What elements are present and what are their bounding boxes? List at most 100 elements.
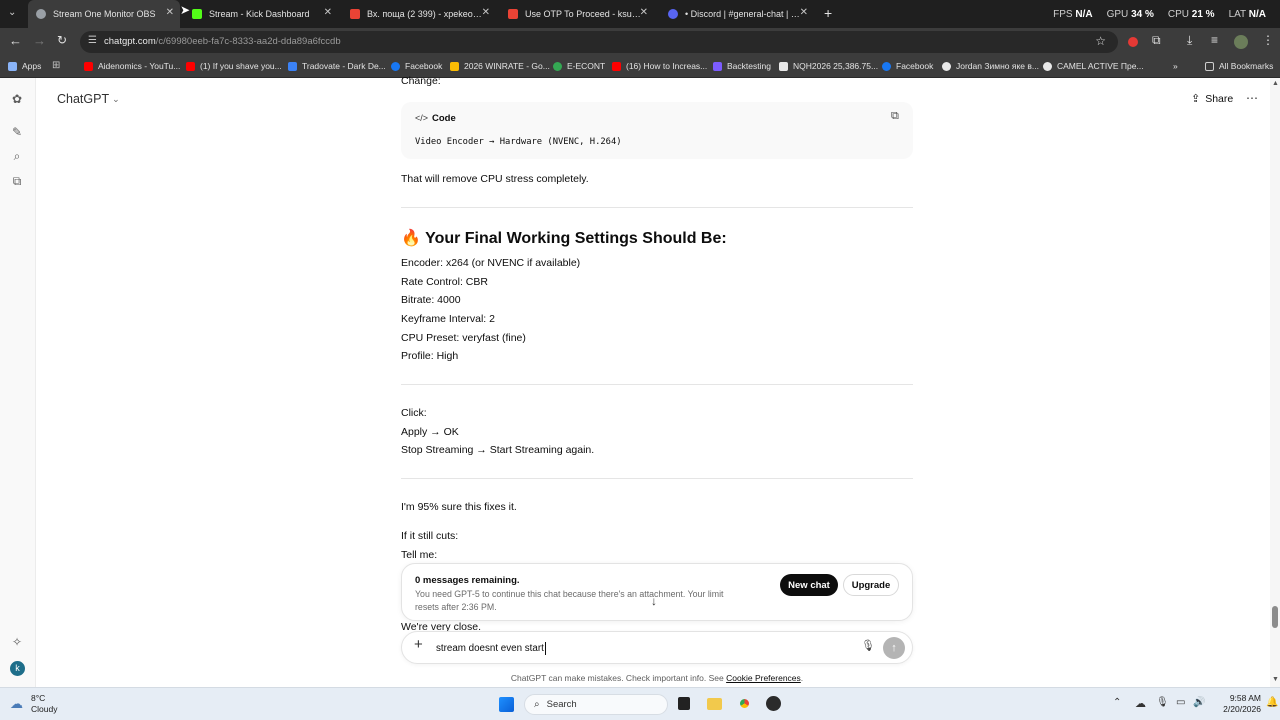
notification-bell-icon[interactable]: 🔔 [1266,697,1278,708]
discord-taskbar-icon[interactable] [766,696,781,711]
tab-title: Use OTP To Proceed - ksuudav... [525,9,643,19]
bookmark-facebook-2[interactable]: Facebook [882,61,933,71]
download-icon[interactable]: ⤓ [1187,33,1192,48]
remove-stress-text: That will remove CPU stress completely. [401,173,589,185]
model-selector[interactable]: ChatGPT ⌄ [57,92,120,106]
page-scrollbar[interactable]: ▲ ▼ [1270,78,1280,687]
more-bookmarks-button[interactable]: » [1173,61,1178,71]
file-explorer-icon[interactable] [707,698,722,710]
reload-icon[interactable]: ↻ [57,33,67,47]
performance-overlay: FPS N/A GPU 34 % CPU 21 % LAT N/A [1053,0,1266,28]
send-button[interactable]: ↑ [883,637,905,659]
bookmark-star-icon[interactable]: ☆ [1095,34,1106,48]
stop-start-line: Stop Streaming → Start Streaming again. [401,444,595,456]
bookmark-shave[interactable]: (1) If you shave you... [186,61,282,71]
search-chats-icon[interactable]: ⌕ [10,149,24,163]
settings-line: Rate Control: CBR [401,276,488,288]
kick-favicon-icon [192,9,202,19]
microphone-icon[interactable]: 🎙 [861,640,875,653]
library-icon[interactable]: ⧉ [10,174,24,188]
tab-search-chevron-icon[interactable]: ⌄ [8,7,16,18]
share-button[interactable]: ⇪ Share [1191,92,1233,106]
site-info-icon[interactable]: ☰ [88,35,97,46]
clock-time: 9:58 AM [1229,693,1261,703]
sidebar-rail: ✿ ✎ ⌕ ⧉ ✧ k [0,78,36,687]
chrome-icon[interactable] [737,696,752,711]
tab-close-icon[interactable]: ✕ [640,7,648,18]
extensions-puzzle-icon[interactable]: ⧉ [1152,33,1161,48]
volume-icon[interactable]: 🔊 [1193,697,1205,708]
bookmark-camel-active[interactable]: CAMEL ACTIVE Пре... [1043,61,1144,71]
tab-kick-dashboard[interactable]: Stream - Kick Dashboard ✕ [184,0,338,28]
taskbar-search-label: Search [546,699,577,710]
bookmark-nqh2026[interactable]: NQH2026 25,386.75... [779,61,878,71]
gpu-readout: GPU 34 % [1106,8,1154,20]
windows-start-icon[interactable] [499,697,514,712]
sparkle-icon[interactable]: ✧ [10,635,24,649]
browser-toolbar: ← → ↻ ☰ chatgpt.com/c/69980eeb-fa7c-8333… [0,28,1280,56]
tab-close-icon[interactable]: ✕ [166,7,174,18]
openai-logo-icon[interactable]: ✿ [10,92,24,106]
reading-list-icon[interactable]: ≡ [1211,33,1218,47]
url-text[interactable]: chatgpt.com/c/69980eeb-fa7c-8333-aa2d-dd… [104,36,341,47]
tab-gmail-inbox[interactable]: Вх. поща (2 399) - xpekeop78... ✕ [342,0,496,28]
scroll-up-icon[interactable]: ▲ [1272,80,1279,87]
scroll-down-icon[interactable]: ▼ [1272,676,1279,683]
tab-groups-icon[interactable]: ⊞ [52,60,60,71]
forward-arrow-icon[interactable]: → [33,33,46,48]
all-bookmarks-folder[interactable]: All Bookmarks [1205,61,1273,71]
scrollbar-thumb[interactable] [1272,606,1278,628]
code-language-label: Code [432,113,456,124]
network-icon[interactable]: ▭ [1176,697,1185,708]
user-avatar[interactable]: k [10,661,25,676]
tab-use-otp[interactable]: Use OTP To Proceed - ksuudav... ✕ [500,0,654,28]
bookmark-aidenomics[interactable]: Aidenomics - YouTu... [84,61,180,71]
tab-discord[interactable]: • Discord | #general-chat | Two... ✕ [660,0,814,28]
scroll-down-arrow-icon[interactable]: ↓ [651,595,657,608]
more-options-icon[interactable]: ⋯ [1246,91,1258,105]
tab-close-icon[interactable]: ✕ [324,7,332,18]
new-chat-icon[interactable]: ✎ [10,125,24,139]
cpu-readout: CPU 21 % [1167,8,1215,20]
extension-red-icon[interactable] [1128,37,1138,47]
address-bar[interactable]: ☰ chatgpt.com/c/69980eeb-fa7c-8333-aa2d-… [80,31,1118,53]
new-chat-button[interactable]: New chat [780,574,838,596]
facebook-icon [391,61,400,71]
tab-stream-one-monitor-obs[interactable]: Stream One Monitor OBS ✕ [28,0,180,28]
microphone-tray-icon[interactable]: 🎙 [1156,697,1169,708]
bookmark-how-to-increase[interactable]: (16) How to Increas... [612,61,707,71]
show-hidden-icons-icon[interactable]: ⌃ [1113,697,1121,708]
browser-menu-icon[interactable]: ⋮ [1262,33,1274,47]
model-label: ChatGPT [57,92,110,106]
tab-close-icon[interactable]: ✕ [800,7,808,18]
upgrade-button[interactable]: Upgrade [843,574,899,596]
clock[interactable]: 9:58 AM 2/20/2026 [1211,693,1261,715]
bookmark-jordan[interactable]: Jordan Зимно яке в... [942,61,1039,71]
plus-icon[interactable]: + [414,637,423,652]
message-composer: + stream doesnt even start 🎙 ↑ [401,631,913,664]
onedrive-icon[interactable]: ☁ [1135,697,1146,710]
cookie-preferences-link[interactable]: Cookie Preferences [726,673,801,683]
divider [401,207,913,208]
taskbar-search[interactable]: ⌕ Search [524,694,668,715]
tab-close-icon[interactable]: ✕ [482,7,490,18]
bookmark-tradovate[interactable]: Tradovate - Dark De... [288,61,386,71]
banner-title: 0 messages remaining. [415,575,520,586]
bookmark-econt[interactable]: E-ECONT [553,61,605,71]
new-tab-button[interactable]: + [824,5,832,21]
profile-avatar[interactable] [1234,35,1248,49]
bookmark-apps[interactable]: Apps [8,61,41,71]
weather-widget[interactable]: ☁ 8°C Cloudy [10,693,57,715]
copy-code-icon[interactable]: ⧉ [891,110,899,123]
message-input[interactable]: stream doesnt even start [436,642,546,655]
bookmark-winrate[interactable]: 2026 WINRATE - Go... [450,61,550,71]
weather-temp: 8°C [31,693,46,703]
bookmark-facebook[interactable]: Facebook [391,61,442,71]
folder-icon [1205,61,1214,71]
fps-readout: FPS N/A [1053,8,1093,20]
back-arrow-icon[interactable]: ← [9,33,22,48]
search-icon: ⌕ [534,699,540,710]
share-icon: ⇪ [1191,93,1201,105]
bookmark-backtesting[interactable]: Backtesting [713,61,771,71]
task-view-icon[interactable] [678,697,690,710]
